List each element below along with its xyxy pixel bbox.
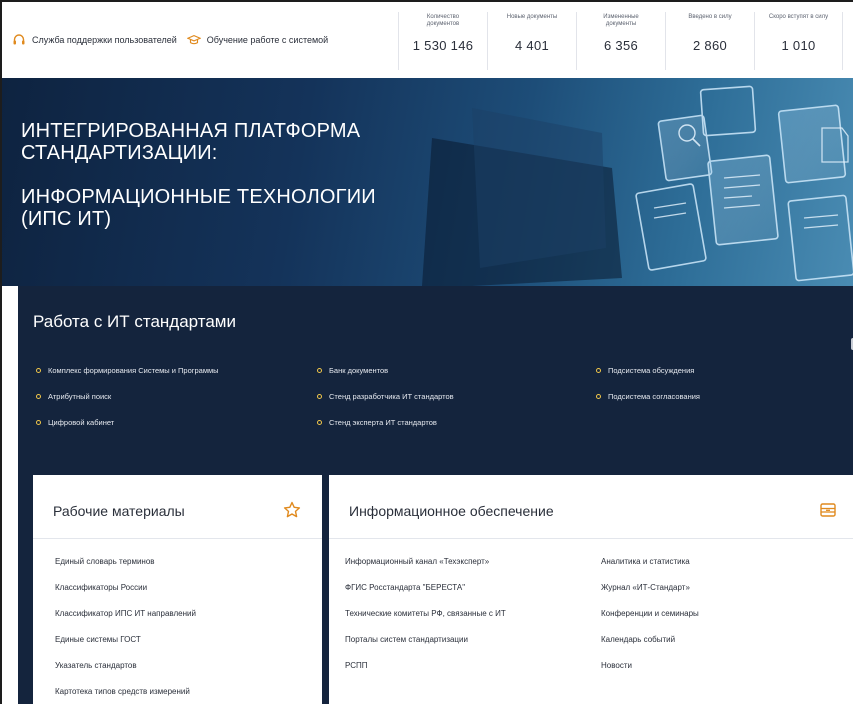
- link-attribute-search[interactable]: Атрибутный поиск: [36, 392, 111, 401]
- information-support-title: Информационное обеспечение: [349, 503, 554, 519]
- stat-label: Скоро вступят в силу: [768, 14, 829, 20]
- hero-title: ИНТЕГРИРОВАННАЯ ПЛАТФОРМА СТАНДАРТИЗАЦИИ…: [21, 120, 376, 230]
- info-item[interactable]: Календарь событий: [601, 635, 675, 644]
- divider: [33, 538, 322, 539]
- materials-item[interactable]: Картотека типов средств измерений: [55, 687, 190, 696]
- stat-coming-into-force[interactable]: Скоро вступят в силу 1 010: [754, 12, 843, 70]
- info-item[interactable]: Аналитика и статистика: [601, 557, 690, 566]
- star-icon[interactable]: [283, 501, 301, 519]
- info-item[interactable]: РСПП: [345, 661, 368, 670]
- bullet-icon: [596, 394, 601, 399]
- materials-item[interactable]: Классификатор ИПС ИТ направлений: [55, 609, 196, 618]
- stat-value: 1 530 146: [412, 38, 474, 53]
- link-label: Подсистема согласования: [608, 392, 700, 401]
- materials-item[interactable]: Указатель стандартов: [55, 661, 137, 670]
- headset-icon: [12, 33, 26, 47]
- bullet-icon: [36, 368, 41, 373]
- info-item[interactable]: Новости: [601, 661, 632, 670]
- hero-title-gap: [21, 164, 376, 186]
- bullet-icon: [36, 394, 41, 399]
- graduation-cap-icon: [186, 33, 201, 47]
- stat-label: Новые документы: [506, 14, 558, 20]
- bullet-icon: [36, 420, 41, 425]
- stat-value: 1 010: [781, 38, 816, 53]
- link-label: Атрибутный поиск: [48, 392, 112, 401]
- page: Служба поддержки пользователей Обучение …: [0, 0, 853, 704]
- materials-item[interactable]: Единый словарь терминов: [55, 557, 155, 566]
- it-standards-title: Работа с ИТ стандартами: [33, 312, 236, 331]
- bullet-icon: [596, 368, 601, 373]
- link-label: Банк документов: [329, 366, 389, 375]
- link-program-complex[interactable]: Комплекс формирования Системы и Программ…: [36, 366, 219, 375]
- link-approval-subsystem[interactable]: Подсистема согласования: [596, 392, 700, 401]
- hero-title-line: ИНФОРМАЦИОННЫЕ ТЕХНОЛОГИИ: [21, 186, 376, 208]
- top-bar: Служба поддержки пользователей Обучение …: [2, 2, 853, 78]
- working-materials-title: Рабочие материалы: [53, 503, 185, 519]
- bullet-icon: [317, 394, 322, 399]
- materials-item[interactable]: Классификаторы России: [55, 583, 147, 592]
- info-item[interactable]: Порталы систем стандартизации: [345, 635, 468, 644]
- link-label: Стенд разработчика ИТ стандартов: [329, 392, 454, 401]
- info-item[interactable]: Информационный канал «Техэксперт»: [345, 557, 489, 566]
- stat-total-documents[interactable]: Количество документов 1 530 146: [398, 12, 487, 70]
- stat-changed-documents[interactable]: Измененные документы 6 356: [576, 12, 665, 70]
- hero-title-line: (ИПС ИТ): [21, 208, 112, 230]
- link-label: Стенд эксперта ИТ стандартов: [329, 418, 437, 427]
- info-item[interactable]: Технические комитеты РФ, связанные с ИТ: [345, 609, 506, 618]
- stat-value: 4 401: [514, 38, 550, 53]
- stats-bar: Количество документов 1 530 146 Новые до…: [398, 12, 843, 70]
- working-materials-card: Рабочие материалы Единый словарь термино…: [33, 475, 322, 704]
- info-item[interactable]: Журнал «ИТ-Стандарт»: [601, 583, 690, 592]
- information-support-card: Информационное обеспечение Информационны…: [329, 475, 853, 704]
- stat-label: Количество документов: [426, 14, 460, 27]
- bullet-icon: [317, 420, 322, 425]
- link-digital-cabinet[interactable]: Цифровой кабинет: [36, 418, 114, 427]
- link-label: Комплекс формирования Системы и Программ…: [48, 366, 219, 375]
- link-discussion-subsystem[interactable]: Подсистема обсуждения: [596, 366, 694, 375]
- support-link[interactable]: Служба поддержки пользователей: [32, 35, 177, 45]
- materials-item[interactable]: Единые системы ГОСТ: [55, 635, 141, 644]
- stat-value: 2 860: [692, 38, 728, 53]
- hero-banner: ИНТЕГРИРОВАННАЯ ПЛАТФОРМА СТАНДАРТИЗАЦИИ…: [2, 78, 853, 286]
- hero-title-line: ИНТЕГРИРОВАННАЯ ПЛАТФОРМА: [21, 120, 361, 142]
- hero-title-line: СТАНДАРТИЗАЦИИ:: [21, 142, 218, 164]
- support-links: Служба поддержки пользователей Обучение …: [12, 33, 332, 47]
- stat-in-force[interactable]: Введено в силу 2 860: [665, 12, 754, 70]
- link-label: Подсистема обсуждения: [608, 366, 695, 375]
- stat-new-documents[interactable]: Новые документы 4 401: [487, 12, 576, 70]
- bullet-icon: [317, 368, 322, 373]
- link-label: Цифровой кабинет: [48, 418, 115, 427]
- info-item[interactable]: ФГИС Росстандарта "БЕРЕСТА": [345, 583, 465, 592]
- stat-value: 6 356: [603, 38, 639, 53]
- link-expert-stand[interactable]: Стенд эксперта ИТ стандартов: [317, 418, 437, 427]
- link-developer-stand[interactable]: Стенд разработчика ИТ стандартов: [317, 392, 454, 401]
- archive-box-icon[interactable]: [819, 501, 837, 519]
- training-link[interactable]: Обучение работе с системой: [207, 35, 328, 45]
- info-item[interactable]: Конференции и семинары: [601, 609, 699, 618]
- stat-label: Введено в силу: [688, 14, 732, 20]
- stat-label: Измененные документы: [603, 14, 639, 27]
- divider: [329, 538, 853, 539]
- it-standards-panel: Работа с ИТ стандартами Комплекс формиро…: [18, 286, 853, 476]
- link-document-bank[interactable]: Банк документов: [317, 366, 388, 375]
